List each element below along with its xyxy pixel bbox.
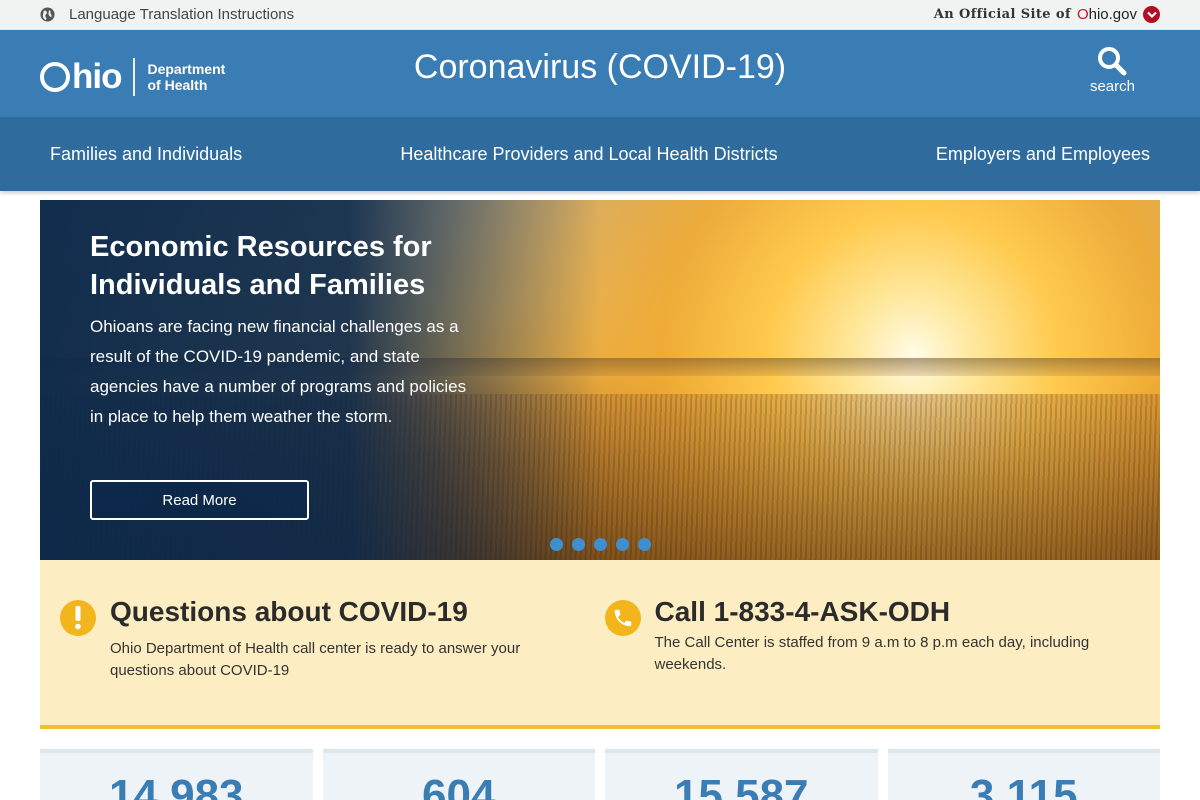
carousel-dot-5[interactable] xyxy=(637,538,651,551)
stat-card: 3,115 xyxy=(887,749,1160,800)
odh-logo[interactable]: hio Department of Health xyxy=(40,57,225,97)
search-icon xyxy=(1098,47,1127,76)
carousel-dots xyxy=(40,538,1160,551)
official-site-text: An Official Site of xyxy=(933,7,1071,22)
globe-icon xyxy=(40,7,55,22)
stat-value: 3,115 xyxy=(969,771,1078,800)
hero-carousel: Economic Resources for Individuals and F… xyxy=(40,200,1160,560)
language-link-label: Language Translation Instructions xyxy=(69,6,295,23)
questions-title: Questions about COVID-19 xyxy=(110,596,468,627)
official-site-banner: An Official Site of Ohio.gov xyxy=(934,6,1160,23)
read-more-button[interactable]: Read More xyxy=(90,480,309,520)
call-body: The Call Center is staffed from 9 a.m to… xyxy=(654,634,1090,673)
phone-icon xyxy=(604,600,641,636)
exclamation-icon xyxy=(60,600,96,636)
hero-copy: Economic Resources for Individuals and F… xyxy=(90,228,470,432)
call-title[interactable]: Call 1-833-4-ASK-ODH xyxy=(655,596,1095,628)
search-button[interactable]: search xyxy=(1090,46,1135,95)
questions-section: Questions about COVID-19 Ohio Department… xyxy=(40,596,616,725)
ohio-gov-logo: Ohio.gov xyxy=(1076,6,1137,23)
case-stats: 14,983 604 15,587 3,115 xyxy=(40,749,1160,800)
stat-card: 14,983 xyxy=(40,749,313,800)
utility-bar: Language Translation Instructions An Off… xyxy=(0,0,1200,30)
stat-value: 604 xyxy=(422,771,496,800)
contact-info-band: Questions about COVID-19 Ohio Department… xyxy=(40,560,1160,729)
language-translation-link[interactable]: Language Translation Instructions xyxy=(40,6,294,23)
stat-value: 15,587 xyxy=(673,771,809,800)
chevron-down-icon[interactable] xyxy=(1143,6,1160,23)
call-center-section: Call 1-833-4-ASK-ODH The Call Center is … xyxy=(604,596,1161,725)
hero-body: Ohioans are facing new financial challen… xyxy=(90,317,467,426)
stat-card: 604 xyxy=(322,749,595,800)
search-label: search xyxy=(1089,78,1135,95)
ohio-wordmark: hio xyxy=(40,57,122,97)
nav-employers-employees[interactable]: Employers and Employees xyxy=(936,144,1150,165)
questions-body: Ohio Department of Health call center is… xyxy=(110,640,521,679)
site-header: hio Department of Health Coronavirus (CO… xyxy=(0,30,1200,117)
carousel-dot-3[interactable] xyxy=(593,538,607,551)
stat-card: 15,587 xyxy=(605,749,878,800)
main-navigation: Families and Individuals Healthcare Prov… xyxy=(0,117,1200,191)
carousel-dot-1[interactable] xyxy=(549,538,563,551)
carousel-dot-4[interactable] xyxy=(615,538,629,551)
nav-healthcare-providers[interactable]: Healthcare Providers and Local Health Di… xyxy=(400,144,777,165)
logo-divider xyxy=(133,58,136,96)
stat-value: 14,983 xyxy=(108,771,244,800)
department-of-health-text: Department of Health xyxy=(147,61,226,93)
nav-families-individuals[interactable]: Families and Individuals xyxy=(50,144,242,165)
hero-title: Economic Resources for Individuals and F… xyxy=(90,231,432,301)
carousel-dot-2[interactable] xyxy=(571,538,585,551)
